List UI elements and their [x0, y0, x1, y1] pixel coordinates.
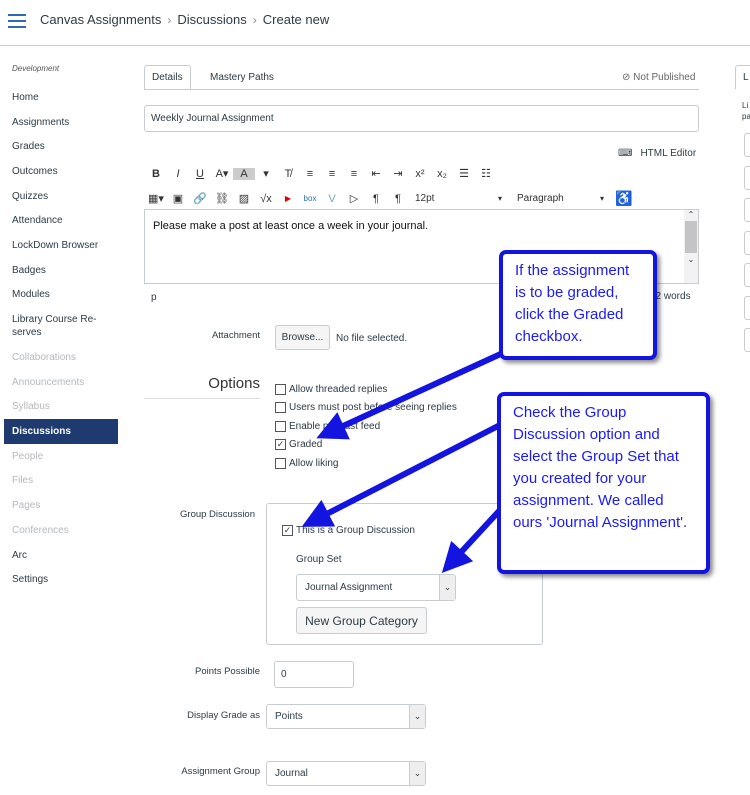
arrow-to-graded [316, 349, 507, 440]
callout-group: Check the Group Discussion option and se… [497, 392, 710, 574]
callout-graded: If the assignment is to be graded, click… [499, 250, 657, 360]
arrow-to-group-set [441, 507, 503, 574]
arrow-to-group-discussion [301, 422, 502, 527]
